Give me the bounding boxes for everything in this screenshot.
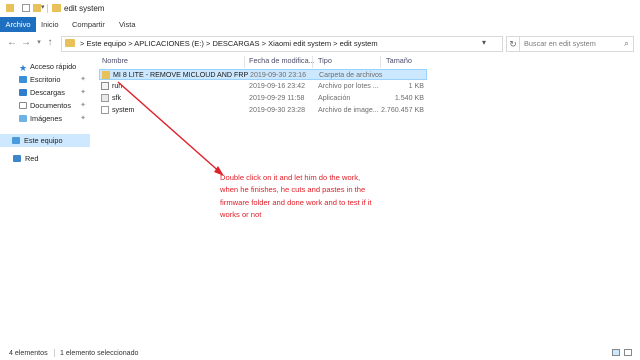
- nav-item-label: Red: [25, 154, 39, 163]
- pictures-icon: [19, 115, 27, 122]
- file-name: run: [112, 82, 123, 90]
- search-box[interactable]: Buscar en edit system ⌕: [519, 36, 634, 52]
- column-divider[interactable]: [312, 56, 313, 68]
- folder-icon: [6, 4, 14, 12]
- column-divider[interactable]: [244, 56, 245, 68]
- file-date: 2019-09-16 23:42: [249, 82, 306, 90]
- pin-icon[interactable]: ✦: [80, 73, 86, 86]
- address-folder-icon: [65, 39, 75, 47]
- column-header-type[interactable]: Tipo: [318, 56, 332, 68]
- navigation-bar: ← → ▾ ↑ > Este equipo > APLICACIONES (E:…: [0, 32, 640, 54]
- breadcrumb-sep: >: [205, 39, 211, 48]
- nav-item-label: Este equipo: [24, 136, 63, 145]
- address-dropdown-icon[interactable]: ▾: [482, 38, 486, 47]
- table-row[interactable]: system 2019-09-30 23:28 Archivo de image…: [99, 105, 427, 116]
- tab-archivo[interactable]: Archivo: [0, 17, 36, 32]
- nav-item-quick-access[interactable]: ★ Acceso rápido: [0, 60, 90, 73]
- title-bar: ▾ edit system: [0, 0, 640, 17]
- breadcrumb-sep: >: [261, 39, 267, 48]
- file-type: Aplicación: [318, 94, 351, 102]
- title-separator: [47, 4, 48, 13]
- nav-item-label: Imágenes: [30, 114, 63, 123]
- file-date: 2019-09-30 23:16: [250, 71, 307, 79]
- nav-item-label: Descargas: [30, 88, 65, 97]
- file-size: 1.540 KB: [394, 94, 424, 102]
- breadcrumb-xiaomi-edit-system[interactable]: Xiaomi edit system: [268, 39, 331, 48]
- network-icon: [13, 155, 21, 162]
- file-date: 2019-09-30 23:28: [249, 106, 306, 114]
- tab-inicio[interactable]: Inicio: [41, 17, 59, 32]
- nav-item-pictures[interactable]: Imágenes ✦: [0, 112, 90, 125]
- nav-item-desktop[interactable]: Escritorio ✦: [0, 73, 90, 86]
- quick-access-dropdown-icon[interactable]: ▾: [41, 3, 45, 11]
- file-type: Carpeta de archivos: [319, 71, 383, 79]
- breadcrumb-edit-system[interactable]: edit system: [340, 39, 378, 48]
- refresh-icon[interactable]: ↻: [506, 36, 520, 52]
- file-type: Archivo por lotes ...: [318, 82, 379, 90]
- folder-icon: [102, 71, 110, 79]
- nav-item-label: Escritorio: [30, 75, 61, 84]
- file-type: Archivo de image...: [318, 106, 379, 114]
- search-icon[interactable]: ⌕: [624, 38, 629, 49]
- column-header-date[interactable]: Fecha de modifica...: [249, 56, 315, 68]
- up-arrow-icon[interactable]: ↑: [44, 37, 56, 49]
- desktop-icon: [19, 76, 27, 83]
- nav-item-this-pc[interactable]: Este equipo: [0, 134, 90, 147]
- file-size: 1 KB: [408, 82, 424, 90]
- pin-icon[interactable]: ✦: [80, 99, 86, 112]
- computer-icon: [12, 137, 20, 144]
- title-folder-icon: [52, 4, 61, 12]
- download-icon: [19, 89, 27, 96]
- tab-compartir[interactable]: Compartir: [72, 17, 105, 32]
- file-name: system: [112, 106, 135, 114]
- file-date: 2019-09-29 11:58: [249, 94, 305, 102]
- column-divider[interactable]: [380, 56, 381, 68]
- table-row[interactable]: run 2019-09-16 23:42 Archivo por lotes .…: [99, 81, 427, 92]
- file-size: 2.760.457 KB: [381, 106, 424, 114]
- nav-item-label: Acceso rápido: [30, 62, 77, 71]
- nav-item-network[interactable]: Red: [0, 152, 90, 165]
- breadcrumb: > Este equipo > APLICACIONES (E:) > DESC…: [80, 39, 378, 48]
- documents-icon: [19, 102, 27, 109]
- disk-image-icon: [101, 106, 109, 114]
- nav-item-label: Documentos: [30, 101, 71, 110]
- ribbon-tabs: Archivo Inicio Compartir Vista: [0, 17, 640, 33]
- forward-arrow-icon[interactable]: →: [20, 37, 32, 49]
- file-name: sfk: [112, 94, 122, 102]
- new-folder-icon[interactable]: [33, 4, 41, 12]
- status-divider: [54, 349, 55, 357]
- nav-item-downloads[interactable]: Descargas ✦: [0, 86, 90, 99]
- application-icon: [101, 94, 109, 102]
- breadcrumb-sep: >: [80, 39, 85, 48]
- breadcrumb-sep: >: [333, 39, 338, 48]
- breadcrumb-sep: >: [128, 39, 133, 48]
- details-view-icon[interactable]: [612, 349, 620, 356]
- table-row[interactable]: MI 8 LITE - REMOVE MICLOUD AND FRP 2019-…: [99, 69, 427, 80]
- pin-icon[interactable]: ✦: [80, 112, 86, 125]
- properties-icon[interactable]: [22, 4, 30, 12]
- table-row[interactable]: sfk 2019-09-29 11:58 Aplicación 1.540 KB: [99, 93, 427, 104]
- batch-file-icon: [101, 82, 109, 90]
- annotation-text: Double click on it and let him do the wo…: [220, 173, 372, 219]
- column-header-size[interactable]: Tamaño: [386, 56, 412, 68]
- address-bar[interactable]: > Este equipo > APLICACIONES (E:) > DESC…: [61, 36, 503, 52]
- pin-icon[interactable]: ✦: [80, 86, 86, 99]
- breadcrumb-aplicaciones[interactable]: APLICACIONES (E:): [134, 39, 204, 48]
- status-selection: 1 elemento seleccionado: [60, 349, 139, 357]
- back-arrow-icon[interactable]: ←: [6, 37, 18, 49]
- breadcrumb-este-equipo[interactable]: Este equipo: [86, 39, 126, 48]
- window-title: edit system: [64, 4, 105, 13]
- breadcrumb-descargas[interactable]: DESCARGAS: [212, 39, 259, 48]
- column-header-name[interactable]: Nombre: [102, 56, 128, 68]
- nav-item-documents[interactable]: Documentos ✦: [0, 99, 90, 112]
- search-input[interactable]: Buscar en edit system: [524, 39, 596, 48]
- large-icons-view-icon[interactable]: [624, 349, 632, 356]
- status-bar: 4 elementos 1 elemento seleccionado: [0, 345, 640, 360]
- file-name: MI 8 LITE - REMOVE MICLOUD AND FRP: [113, 71, 249, 79]
- status-item-count: 4 elementos: [9, 349, 48, 357]
- tab-vista[interactable]: Vista: [119, 17, 136, 32]
- navigation-pane: ★ Acceso rápido Escritorio ✦ Descargas ✦…: [0, 55, 90, 345]
